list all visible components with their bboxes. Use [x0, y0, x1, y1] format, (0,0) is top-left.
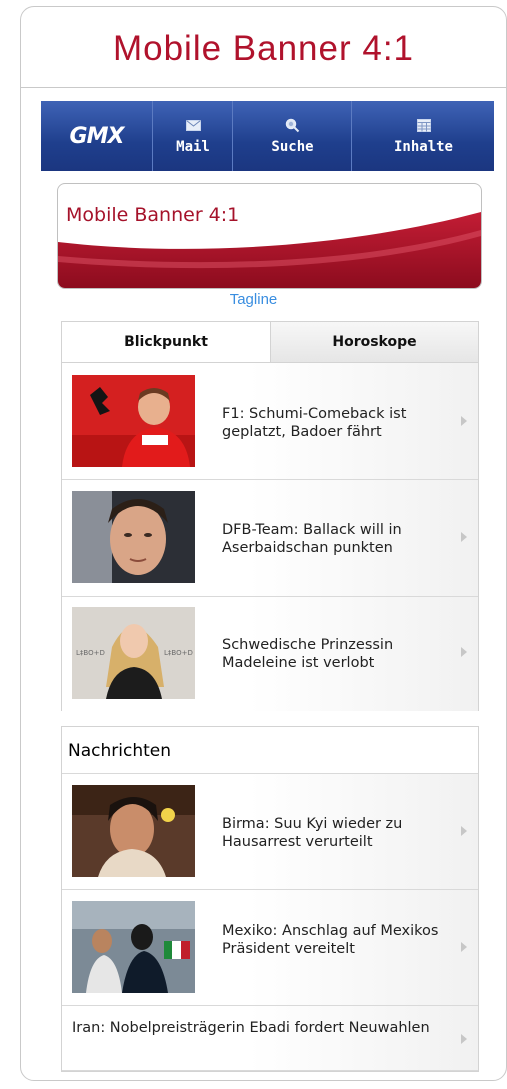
tagline-link[interactable]: Tagline	[0, 291, 507, 308]
news-row[interactable]: Iran: Nobelpreisträgerin Ebadi fordert N…	[62, 1006, 478, 1071]
chevron-right-icon	[461, 1034, 467, 1044]
magnifier-icon	[285, 118, 301, 134]
chevron-right-icon	[461, 416, 467, 426]
banner-swoosh	[58, 212, 481, 288]
gmx-logo[interactable]: GMX	[41, 101, 152, 171]
mobile-banner[interactable]: Mobile Banner 4:1	[57, 183, 482, 289]
news-thumbnail: L‡BO+D L‡BO+D	[72, 607, 195, 699]
svg-text:L‡BO+D: L‡BO+D	[164, 649, 193, 657]
news-thumbnail	[72, 785, 195, 877]
svg-text:L‡BO+D: L‡BO+D	[76, 649, 105, 657]
news-headline: F1: Schumi-Comeback ist geplatzt, Badoer…	[222, 406, 407, 440]
nav-item-suche[interactable]: Suche	[232, 101, 352, 171]
chevron-right-icon	[461, 942, 467, 952]
top-nav-bar: GMX Mail Suche Inhalte	[41, 101, 494, 171]
blickpunkt-panel: Blickpunkt Horoskope F1: Schumi-Comeback…	[61, 321, 479, 711]
nachrichten-panel: Nachrichten Birma: Suu Kyi wieder zu Hau…	[61, 726, 479, 1072]
news-headline: Schwedische Prinzessin Madeleine ist ver…	[222, 637, 394, 671]
tab-horoskope[interactable]: Horoskope	[270, 322, 478, 362]
news-row[interactable]: DFB-Team: Ballack will in Aserbaidschan …	[62, 480, 478, 597]
news-row[interactable]: L‡BO+D L‡BO+D Schwedische Prinzessin Mad…	[62, 597, 478, 711]
envelope-icon	[185, 118, 201, 134]
news-headline: Iran: Nobelpreisträgerin Ebadi fordert N…	[72, 1020, 430, 1036]
frame-header: Mobile Banner 4:1	[21, 7, 506, 88]
news-row[interactable]: F1: Schumi-Comeback ist geplatzt, Badoer…	[62, 363, 478, 480]
section-title: Nachrichten	[68, 741, 171, 761]
tab-blickpunkt[interactable]: Blickpunkt	[62, 322, 270, 362]
news-thumbnail	[72, 491, 195, 583]
nav-item-inhalte-label: Inhalte	[393, 138, 453, 155]
nav-item-mail-label: Mail	[176, 138, 210, 155]
nav-item-inhalte[interactable]: Inhalte	[351, 101, 495, 171]
chevron-right-icon	[461, 532, 467, 542]
nachrichten-header: Nachrichten	[62, 727, 478, 774]
nav-item-mail[interactable]: Mail	[152, 101, 233, 171]
chevron-right-icon	[461, 647, 467, 657]
news-row[interactable]: Mexiko: Anschlag auf Mexikos Präsident v…	[62, 890, 478, 1006]
news-headline: Birma: Suu Kyi wieder zu Hausarrest veru…	[222, 816, 403, 850]
banner-text: Mobile Banner 4:1	[66, 204, 240, 226]
tab-bar: Blickpunkt Horoskope	[62, 322, 478, 363]
page-title: Mobile Banner 4:1	[112, 29, 415, 68]
news-headline: Mexiko: Anschlag auf Mexikos Präsident v…	[222, 923, 439, 957]
news-row[interactable]: Birma: Suu Kyi wieder zu Hausarrest veru…	[62, 774, 478, 890]
news-thumbnail	[72, 901, 195, 993]
news-thumbnail	[72, 375, 195, 467]
nav-item-suche-label: Suche	[271, 138, 314, 155]
grid-icon	[416, 118, 432, 134]
news-headline: DFB-Team: Ballack will in Aserbaidschan …	[222, 522, 402, 556]
chevron-right-icon	[461, 826, 467, 836]
